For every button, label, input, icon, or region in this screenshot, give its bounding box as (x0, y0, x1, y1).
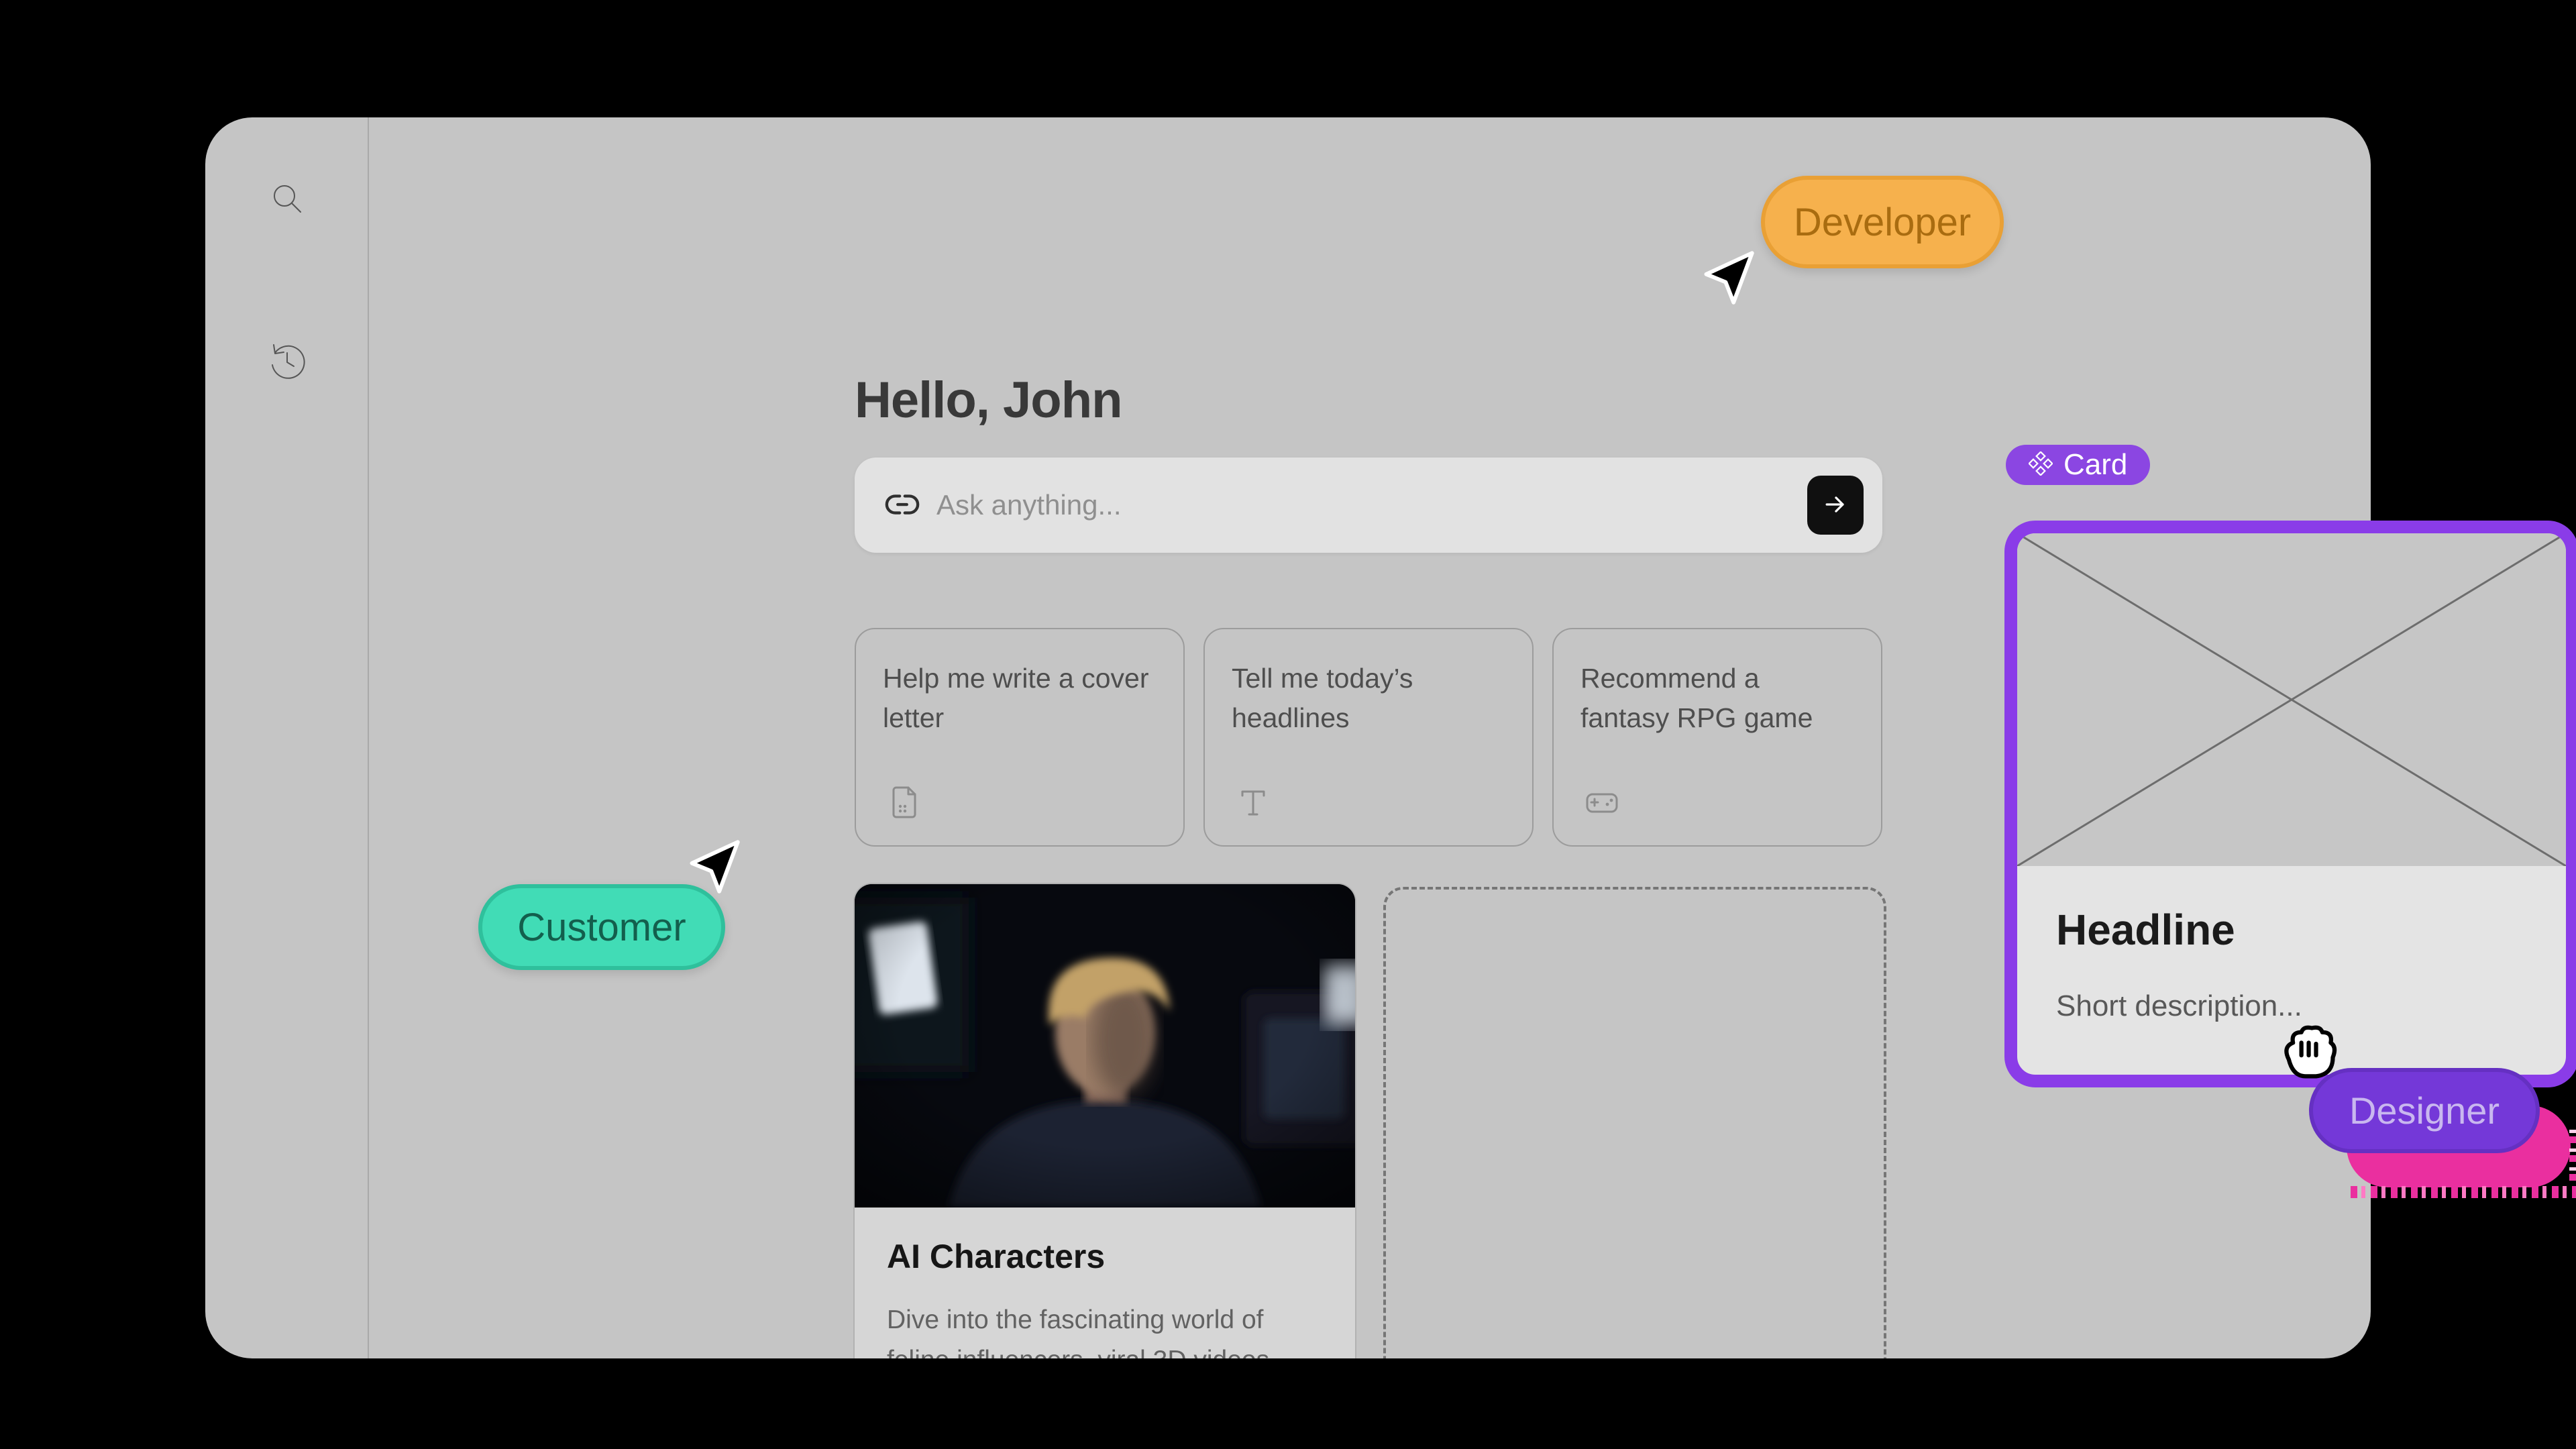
search-button[interactable] (266, 177, 309, 220)
ai-card-body: AI Characters Dive into the fascinating … (855, 1208, 1355, 1358)
link-icon (884, 487, 920, 523)
customer-cursor-icon (685, 839, 741, 895)
developer-cursor-icon (1699, 250, 1756, 306)
ask-input-placeholder: Ask anything... (936, 489, 1807, 521)
suggestion-card-cover-letter[interactable]: Help me write a cover letter (855, 628, 1185, 847)
cursor-label-customer: Customer (478, 884, 725, 970)
component-badge-card[interactable]: Card (2006, 445, 2150, 485)
ai-card-description: Dive into the fascinating world of felin… (887, 1300, 1323, 1358)
designer-grab-cursor-icon (2274, 1020, 2341, 1087)
developer-label: Developer (1794, 200, 1971, 245)
send-button[interactable] (1807, 476, 1864, 535)
ai-characters-photo (855, 884, 1355, 1208)
suggestion-card-headlines[interactable]: Tell me today’s headlines (1203, 628, 1534, 847)
card-component-body: Headline Short description... (2017, 866, 2566, 1023)
component-diamonds-icon (2029, 451, 2053, 479)
content-card-ai-characters[interactable]: AI Characters Dive into the fascinating … (855, 884, 1355, 1358)
card-headline: Headline (2056, 905, 2527, 955)
document-icon (885, 784, 923, 821)
search-icon (266, 211, 309, 223)
customer-label: Customer (517, 905, 686, 950)
ai-card-title: AI Characters (887, 1237, 1323, 1276)
history-icon (266, 374, 309, 385)
card-description: Short description... (2056, 989, 2527, 1023)
component-badge-label: Card (2063, 448, 2127, 482)
gamepad-icon (1583, 784, 1621, 821)
cursor-label-designer: Designer (2309, 1068, 2540, 1153)
image-placeholder (2017, 533, 2566, 866)
empty-card-placeholder (1383, 887, 1886, 1358)
selected-card-component[interactable]: Headline Short description... (2004, 521, 2576, 1087)
history-button[interactable] (266, 339, 309, 382)
ask-input[interactable]: Ask anything... (855, 458, 1882, 553)
designer-label: Designer (2349, 1089, 2500, 1132)
suggestion-label: Help me write a cover letter (883, 659, 1151, 739)
arrow-right-icon (1821, 490, 1850, 521)
sidebar (205, 117, 369, 1358)
suggestion-label: Tell me today’s headlines (1232, 659, 1500, 739)
suggestion-label: Recommend a fantasy RPG game (1580, 659, 1849, 739)
suggestion-card-rpg-game[interactable]: Recommend a fantasy RPG game (1552, 628, 1882, 847)
cursor-label-developer: Developer (1761, 176, 2004, 268)
text-icon (1234, 784, 1272, 821)
page-title: Hello, John (855, 371, 1122, 429)
suggestion-row: Help me write a cover letter Tell me tod… (855, 628, 1882, 847)
